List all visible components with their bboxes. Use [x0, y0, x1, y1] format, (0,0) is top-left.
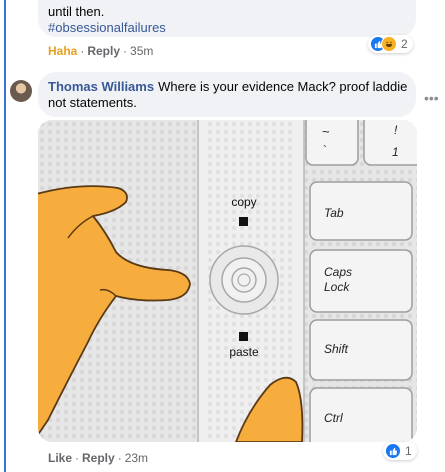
hashtag-link[interactable]: #obsessionalfailures [48, 20, 166, 36]
avatar[interactable] [10, 80, 32, 102]
thread-line [4, 0, 6, 472]
previous-comment-bubble: until then. #obsessionalfailures [38, 0, 416, 37]
timestamp[interactable]: 35m [130, 44, 153, 58]
key-shift-label: Shift [324, 342, 349, 356]
comment-author-link[interactable]: Thomas Williams [48, 79, 154, 94]
previous-comment-reactions[interactable]: 2 [368, 35, 413, 53]
key-one-label: 1 [392, 145, 399, 159]
key-backtick-label: ` [323, 143, 327, 157]
reply-link[interactable]: Reply [82, 451, 115, 465]
reaction-count: 1 [405, 444, 412, 458]
comment-reactions[interactable]: 1 [383, 442, 417, 460]
comment-bubble: Thomas Williams Where is your evidence Ma… [38, 72, 416, 117]
haha-reaction-icon [381, 36, 397, 52]
copy-label: copy [231, 195, 256, 209]
key-ctrl-label: Ctrl [324, 411, 343, 425]
like-link[interactable]: Like [48, 451, 72, 465]
paste-label: paste [229, 345, 259, 359]
previous-comment-text: until then. [48, 4, 105, 19]
key-tab-label: Tab [324, 206, 344, 220]
reaction-count: 2 [401, 37, 408, 51]
comment-image[interactable]: copy paste ~ ` ! 1 Tab Caps Lock Shift C… [38, 120, 417, 442]
like-reaction-icon [385, 443, 401, 459]
more-options-icon[interactable]: ••• [424, 90, 439, 106]
key-lock-label: Lock [324, 280, 350, 294]
haha-reaction-link[interactable]: Haha [48, 44, 77, 58]
key-tilde-label: ~ [322, 124, 330, 139]
previous-comment-meta: Haha · Reply · 35m [48, 44, 154, 58]
timestamp[interactable]: 23m [125, 451, 148, 465]
reply-link[interactable]: Reply [87, 44, 120, 58]
comment-meta: Like · Reply · 23m [48, 451, 149, 465]
key-caps-label: Caps [324, 265, 352, 279]
